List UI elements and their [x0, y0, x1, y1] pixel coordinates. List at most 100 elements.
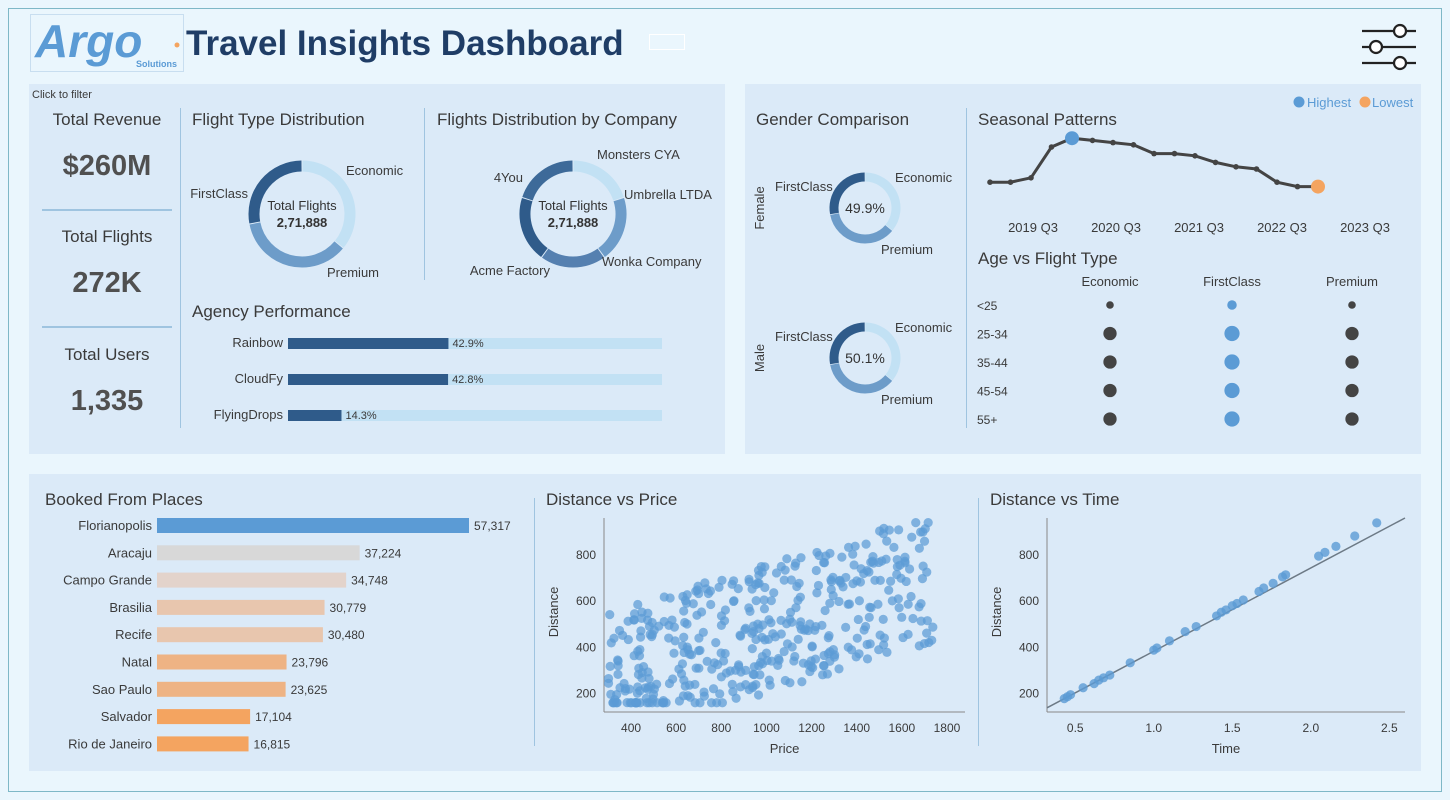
place-label: Brasilia — [109, 600, 152, 615]
price-point — [782, 619, 792, 629]
agency-bar-chart[interactable]: Rainbow 42.9% CloudFy 42.8% FlyingDrops 14.3% — [184, 325, 684, 430]
places-bar-chart[interactable]: Florianopolis 57,317 Aracaju 37,224 Campo Gr… — [35, 510, 525, 760]
price-point — [747, 644, 757, 654]
gender-economic-label: Economic — [895, 170, 953, 185]
distance-price-scatter[interactable]: 400 600 800 1000 1200 1400 1600 1800 200 400 600 80… — [540, 510, 970, 765]
price-point — [674, 696, 685, 706]
price-point — [679, 632, 689, 642]
age-type-bubble — [1224, 382, 1240, 399]
price-point — [836, 578, 846, 588]
users-value: 1,335 — [70, 385, 144, 417]
x-tick-label: 1600 — [888, 721, 915, 735]
price-point — [854, 596, 864, 606]
price-point — [649, 625, 659, 635]
time-point — [1259, 583, 1269, 593]
time-point — [1180, 627, 1190, 637]
seasonal-point — [1151, 150, 1157, 157]
y-tick-label: 800 — [1019, 548, 1039, 562]
price-point — [914, 602, 924, 612]
x-tick-label: 1400 — [843, 721, 870, 735]
time-point — [1125, 658, 1135, 668]
time-point — [1331, 541, 1341, 552]
price-point — [878, 614, 888, 625]
age-type-bubble — [1345, 355, 1359, 369]
price-point — [744, 685, 754, 695]
users-card[interactable]: Total Users 1,335 — [42, 345, 172, 418]
distance-time-scatter[interactable]: 0.5 1.0 1.5 2.0 2.5 200 400 600 800 Time Distance — [985, 510, 1415, 765]
price-point — [769, 588, 779, 598]
sliders-icon — [1362, 23, 1416, 71]
title-placeholder-box — [649, 34, 685, 50]
price-point — [715, 689, 725, 699]
price-point — [861, 621, 871, 632]
donut-center-value: 2,71,888 — [548, 215, 599, 230]
price-point — [764, 675, 774, 685]
price-point — [728, 596, 739, 607]
age-type-row-label: 25-34 — [977, 328, 1008, 342]
price-point — [841, 622, 851, 632]
price-point — [605, 661, 615, 671]
price-point — [834, 664, 844, 674]
seasonal-point — [1294, 183, 1301, 190]
donut-slice-monsters-cya — [573, 160, 624, 201]
price-point — [625, 698, 635, 708]
price-point — [894, 525, 904, 535]
price-point — [609, 633, 619, 643]
place-value-label: 16,815 — [254, 737, 291, 751]
company-donut[interactable]: Total Flights 2,71,888 Monsters CYA Umbrell… — [430, 135, 725, 285]
price-point — [853, 614, 863, 625]
price-point — [644, 698, 654, 708]
age-type-bubble — [1224, 411, 1240, 427]
x-tick-label: 2.0 — [1302, 721, 1319, 735]
price-point — [635, 686, 645, 696]
seasonal-point — [1171, 150, 1178, 157]
price-point — [748, 669, 758, 679]
price-point — [789, 656, 799, 666]
price-point — [892, 569, 902, 580]
seasonal-line-chart[interactable]: Highest Lowest 2019 Q3 2020 Q3 2021 Q3 2022 Q… — [975, 90, 1420, 240]
panel-divider — [966, 108, 967, 428]
price-point — [751, 596, 761, 606]
price-point — [806, 656, 816, 666]
revenue-card[interactable]: Total Revenue $260M — [42, 110, 172, 183]
legend-lowest-label: Lowest — [1372, 95, 1414, 110]
price-point — [884, 585, 894, 595]
price-point — [852, 633, 862, 643]
price-point — [906, 591, 916, 602]
place-label: Aracaju — [108, 545, 152, 560]
price-point — [862, 654, 873, 664]
flights-label: Total Flights — [61, 227, 153, 246]
price-point — [914, 543, 924, 553]
donut-label: Wonka Company — [602, 254, 702, 269]
price-point — [814, 550, 824, 561]
settings-button[interactable] — [1360, 22, 1418, 77]
flights-card[interactable]: Total Flights 272K — [42, 227, 172, 300]
seasonal-point — [1233, 164, 1239, 170]
price-point — [837, 552, 847, 562]
seasonal-point — [1048, 144, 1055, 150]
price-point — [707, 664, 717, 674]
x-tick-label: 1200 — [798, 721, 825, 735]
price-point — [854, 649, 864, 659]
flight-type-donut[interactable]: Total Flights 2,71,888 Economic Premium Firs… — [184, 135, 420, 285]
agency-title: Agency Performance — [192, 302, 351, 321]
time-point — [1191, 621, 1201, 632]
price-point — [908, 613, 918, 624]
seasonal-point — [1028, 175, 1034, 181]
price-point — [647, 617, 657, 628]
age-type-bubble — [1103, 355, 1117, 369]
price-point — [882, 536, 892, 546]
flight-type-title: Flight Type Distribution — [192, 110, 365, 129]
price-point — [706, 599, 716, 610]
price-point — [874, 645, 884, 655]
x-axis-title: Price — [770, 741, 800, 756]
price-point — [897, 612, 907, 622]
donut-center-label: Total Flights — [538, 198, 608, 213]
age-type-bubble — [1103, 383, 1117, 398]
gender-donuts[interactable]: 49.9% Economic Premium FirstClass Female 50.1… — [748, 135, 963, 435]
x-tick-label: 0.5 — [1067, 721, 1084, 735]
age-type-bubble-chart[interactable]: Economic FirstClass Premium <25 25-34 35-44 45… — [970, 270, 1415, 435]
age-type-bubble — [1106, 301, 1114, 309]
price-point — [796, 617, 806, 627]
price-point — [825, 548, 835, 558]
